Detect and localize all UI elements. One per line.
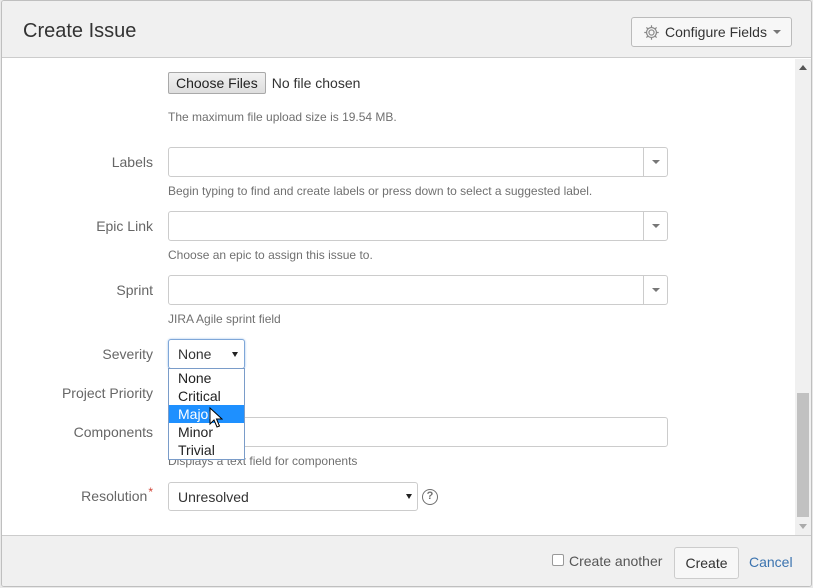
dialog-body: Choose Files No file chosen The maximum … bbox=[2, 59, 797, 535]
help-icon[interactable]: ? bbox=[422, 489, 438, 505]
epic-link-input[interactable] bbox=[168, 211, 668, 241]
dialog-header: Create Issue Configure Fields bbox=[2, 1, 811, 58]
file-status: No file chosen bbox=[271, 75, 361, 91]
sprint-dropdown-toggle[interactable] bbox=[643, 276, 667, 304]
components-label: Components bbox=[73, 424, 153, 440]
severity-selected-value: None bbox=[178, 346, 212, 362]
severity-label: Severity bbox=[102, 346, 153, 362]
configure-fields-button[interactable]: Configure Fields bbox=[631, 17, 792, 47]
dialog-footer: Create another Create Cancel bbox=[2, 535, 811, 586]
resolution-selected-value: Unresolved bbox=[178, 489, 249, 505]
cancel-link[interactable]: Cancel bbox=[749, 554, 793, 570]
labels-dropdown-toggle[interactable] bbox=[643, 148, 667, 176]
severity-options-list: None Critical Major Minor Trivial bbox=[168, 368, 245, 460]
project-priority-label: Project Priority bbox=[61, 385, 153, 401]
configure-fields-label: Configure Fields bbox=[665, 24, 767, 40]
resolution-select[interactable]: Unresolved bbox=[168, 482, 418, 511]
mouse-cursor-icon bbox=[209, 407, 223, 428]
severity-option-minor[interactable]: Minor bbox=[169, 423, 244, 441]
chevron-down-icon bbox=[772, 30, 781, 34]
severity-option-critical[interactable]: Critical bbox=[169, 387, 244, 405]
scroll-up-arrow-icon[interactable] bbox=[799, 65, 807, 70]
gear-icon bbox=[644, 24, 659, 40]
dropdown-arrow-icon bbox=[406, 494, 412, 499]
dialog-title: Create Issue bbox=[23, 20, 137, 42]
vertical-scrollbar[interactable] bbox=[795, 59, 811, 535]
dropdown-arrow-icon bbox=[232, 352, 238, 357]
attachment-file-input[interactable]: Choose Files No file chosen bbox=[168, 72, 360, 94]
create-another-option[interactable]: Create another bbox=[552, 553, 662, 569]
epic-link-description: Choose an epic to assign this issue to. bbox=[168, 248, 373, 262]
scroll-down-arrow-icon[interactable] bbox=[799, 524, 807, 529]
create-another-checkbox[interactable] bbox=[552, 554, 564, 566]
labels-input[interactable] bbox=[168, 147, 668, 177]
required-marker: * bbox=[148, 485, 153, 499]
sprint-description: JIRA Agile sprint field bbox=[168, 312, 281, 326]
epic-link-label: Epic Link bbox=[96, 218, 153, 234]
labels-label: Labels bbox=[111, 154, 153, 170]
create-button[interactable]: Create bbox=[674, 547, 739, 579]
create-issue-dialog: Create Issue Configure Fields Choose Fil… bbox=[1, 0, 812, 587]
attachment-description: The maximum file upload size is 19.54 MB… bbox=[168, 110, 397, 124]
severity-select[interactable]: None bbox=[168, 339, 245, 369]
epic-link-dropdown-toggle[interactable] bbox=[643, 212, 667, 240]
resolution-label: Resolution* bbox=[81, 485, 153, 504]
sprint-label: Sprint bbox=[116, 282, 153, 298]
choose-files-button[interactable]: Choose Files bbox=[168, 72, 266, 94]
resolution-label-text: Resolution bbox=[81, 488, 148, 504]
severity-option-trivial[interactable]: Trivial bbox=[169, 441, 244, 459]
sprint-input[interactable] bbox=[168, 275, 668, 305]
scrollbar-thumb[interactable] bbox=[797, 393, 809, 517]
create-another-label: Create another bbox=[569, 553, 663, 569]
severity-option-none[interactable]: None bbox=[169, 369, 244, 387]
severity-option-major[interactable]: Major bbox=[169, 405, 244, 423]
labels-description: Begin typing to find and create labels o… bbox=[168, 184, 593, 198]
